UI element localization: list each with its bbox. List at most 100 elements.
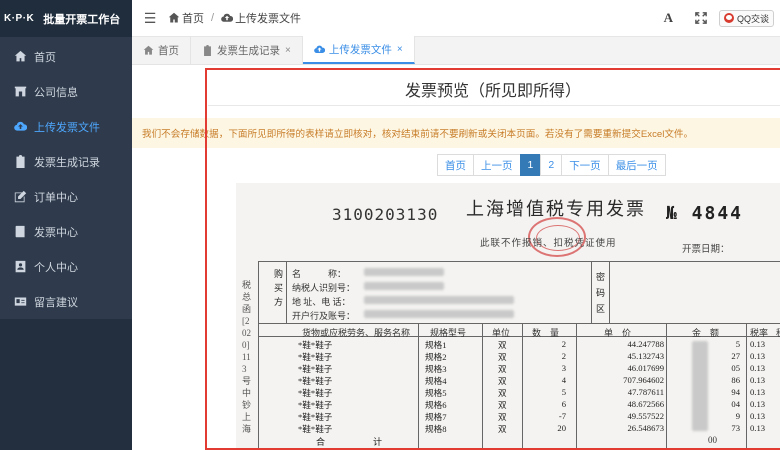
breadcrumb: 首页 / 上传发票文件 — [168, 10, 301, 26]
item-amount: 05 — [731, 363, 740, 373]
home-icon — [143, 45, 154, 55]
item-price: 45.132743 — [627, 351, 664, 361]
tab-bar: 首页 发票生成记录 × 上传发票文件 × — [132, 36, 780, 65]
sidebar-item-records[interactable]: 发票生成记录 — [0, 144, 132, 179]
redacted-field — [364, 282, 444, 290]
item-spec: 规格3 — [425, 364, 447, 374]
buyer-bank-label: 开户行及账号： — [292, 311, 356, 321]
item-price: 48.672566 — [627, 399, 664, 409]
sidebar-item-label: 订单中心 — [34, 191, 78, 204]
page-next[interactable]: 下一页 — [561, 154, 609, 176]
app-logo: K·P·K — [4, 13, 35, 24]
item-unit: 双 — [498, 364, 507, 374]
item-qty: 3 — [561, 363, 566, 373]
cloud-upload-icon — [221, 13, 234, 22]
item-qty: 2 — [561, 339, 566, 349]
tab-upload[interactable]: 上传发票文件 × — [302, 36, 415, 64]
item-price: 47.787611 — [627, 387, 664, 397]
item-amount: 9 — [735, 411, 740, 421]
item-spec: 规格7 — [425, 412, 447, 422]
id-card-icon — [13, 295, 27, 309]
col-header-amount: 金 额 — [692, 328, 720, 338]
page-last[interactable]: 最后一页 — [607, 154, 666, 176]
page-1[interactable]: 1 — [519, 154, 542, 176]
sidebar-item-label: 发票中心 — [34, 226, 78, 239]
fullscreen-icon[interactable] — [695, 12, 707, 24]
close-icon[interactable]: × — [285, 45, 291, 56]
invoice-rule — [258, 323, 780, 324]
brand[interactable]: K·P·K 批量开票工作台 — [0, 0, 132, 37]
qq-chat-button[interactable]: QQ交谈 — [718, 9, 774, 27]
tab-home[interactable]: 首页 — [132, 36, 191, 64]
sidebar-item-label: 个人中心 — [34, 261, 78, 274]
item-name: *鞋*鞋子 — [298, 400, 333, 410]
sidebar: K·P·K 批量开票工作台 首页 公司信息 上传发票文件 发票生成记录 订单中心… — [0, 0, 132, 450]
invoice-code: 3100203130 — [332, 205, 439, 224]
sidebar-item-company[interactable]: 公司信息 — [0, 74, 132, 109]
item-amount: 86 — [731, 375, 740, 385]
invoice-rule — [258, 261, 780, 262]
top-bar: ☰ 首页 / 上传发票文件 A QQ交谈 — [132, 0, 780, 37]
warning-notice: 我们不会存储数据，下面所见即所得的表样请立即核对，核对结束前请不要刷新或关闭本页… — [132, 118, 780, 148]
page-2[interactable]: 2 — [540, 154, 563, 176]
item-unit: 双 — [498, 352, 507, 362]
cloud-upload-icon — [13, 120, 27, 134]
building-icon — [13, 85, 27, 99]
item-tax-rate: 0.13 — [750, 351, 766, 361]
col-header-name: 货物或应税劳务、服务名称 — [302, 328, 411, 338]
total-label: 合 计 — [316, 437, 393, 447]
item-tax-rate: 0.13 — [750, 423, 766, 433]
sidebar-item-feedback[interactable]: 留言建议 — [0, 284, 132, 319]
invoice-number: № 4844 — [666, 203, 744, 224]
item-name: *鞋*鞋子 — [298, 340, 333, 350]
sidebar-item-orders[interactable]: 订单中心 — [0, 179, 132, 214]
invoice-rule — [591, 261, 592, 323]
sidebar-item-label: 公司信息 — [34, 86, 78, 99]
sidebar-item-home[interactable]: 首页 — [0, 39, 132, 74]
book-icon — [13, 225, 27, 239]
breadcrumb-home[interactable]: 首页 — [182, 10, 204, 26]
item-price: 46.017699 — [627, 363, 664, 373]
top-right-tools: A QQ交谈 — [664, 9, 780, 27]
sidebar-item-profile[interactable]: 个人中心 — [0, 249, 132, 284]
sidebar-item-invoices[interactable]: 发票中心 — [0, 214, 132, 249]
item-spec: 规格5 — [425, 388, 447, 398]
item-name: *鞋*鞋子 — [298, 352, 333, 362]
item-name: *鞋*鞋子 — [298, 388, 333, 398]
item-name: *鞋*鞋子 — [298, 412, 333, 422]
page-first[interactable]: 首页 — [437, 154, 474, 176]
buyer-taxid-label: 纳税人识别号： — [292, 283, 356, 293]
buyer-name-label: 名 称： — [292, 269, 347, 279]
item-unit: 双 — [498, 340, 507, 350]
item-spec: 规格1 — [425, 340, 447, 350]
item-amount: 5 — [735, 339, 740, 349]
page-prev[interactable]: 上一页 — [473, 154, 521, 176]
item-spec: 规格2 — [425, 352, 447, 362]
qq-chat-label: QQ交谈 — [736, 13, 769, 24]
redacted-field — [364, 310, 514, 318]
item-qty: 2 — [561, 351, 566, 361]
page-title: 发票预览（所见即所得） — [404, 83, 581, 100]
item-name: *鞋*鞋子 — [298, 424, 333, 434]
item-qty: 6 — [561, 399, 566, 409]
sidebar-nav: 首页 公司信息 上传发票文件 发票生成记录 订单中心 发票中心 个人中心 留言建… — [0, 39, 132, 319]
invoice-date-label: 开票日期： — [682, 245, 730, 255]
buyer-address-label: 地 址、电 话： — [292, 297, 351, 307]
item-spec: 规格6 — [425, 400, 447, 410]
total-amount-tail: 00 — [708, 435, 717, 445]
close-icon[interactable]: × — [397, 44, 403, 55]
menu-toggle-icon[interactable]: ☰ — [132, 10, 168, 27]
sidebar-item-label: 首页 — [34, 51, 56, 64]
item-tax-rate: 0.13 — [750, 363, 766, 373]
font-size-button[interactable]: A — [664, 10, 673, 26]
tab-records[interactable]: 发票生成记录 × — [191, 36, 303, 64]
breadcrumb-separator: / — [211, 12, 215, 24]
item-tax-rate: 0.13 — [750, 375, 766, 385]
sidebar-item-upload[interactable]: 上传发票文件 — [0, 109, 132, 144]
item-tax-rate: 0.13 — [750, 411, 766, 421]
col-header-unit: 单位 — [492, 328, 511, 338]
item-amount: 04 — [731, 399, 740, 409]
edit-icon — [13, 190, 27, 204]
buyer-label: 购买方 — [274, 269, 284, 307]
sidebar-item-label: 上传发票文件 — [34, 121, 100, 134]
